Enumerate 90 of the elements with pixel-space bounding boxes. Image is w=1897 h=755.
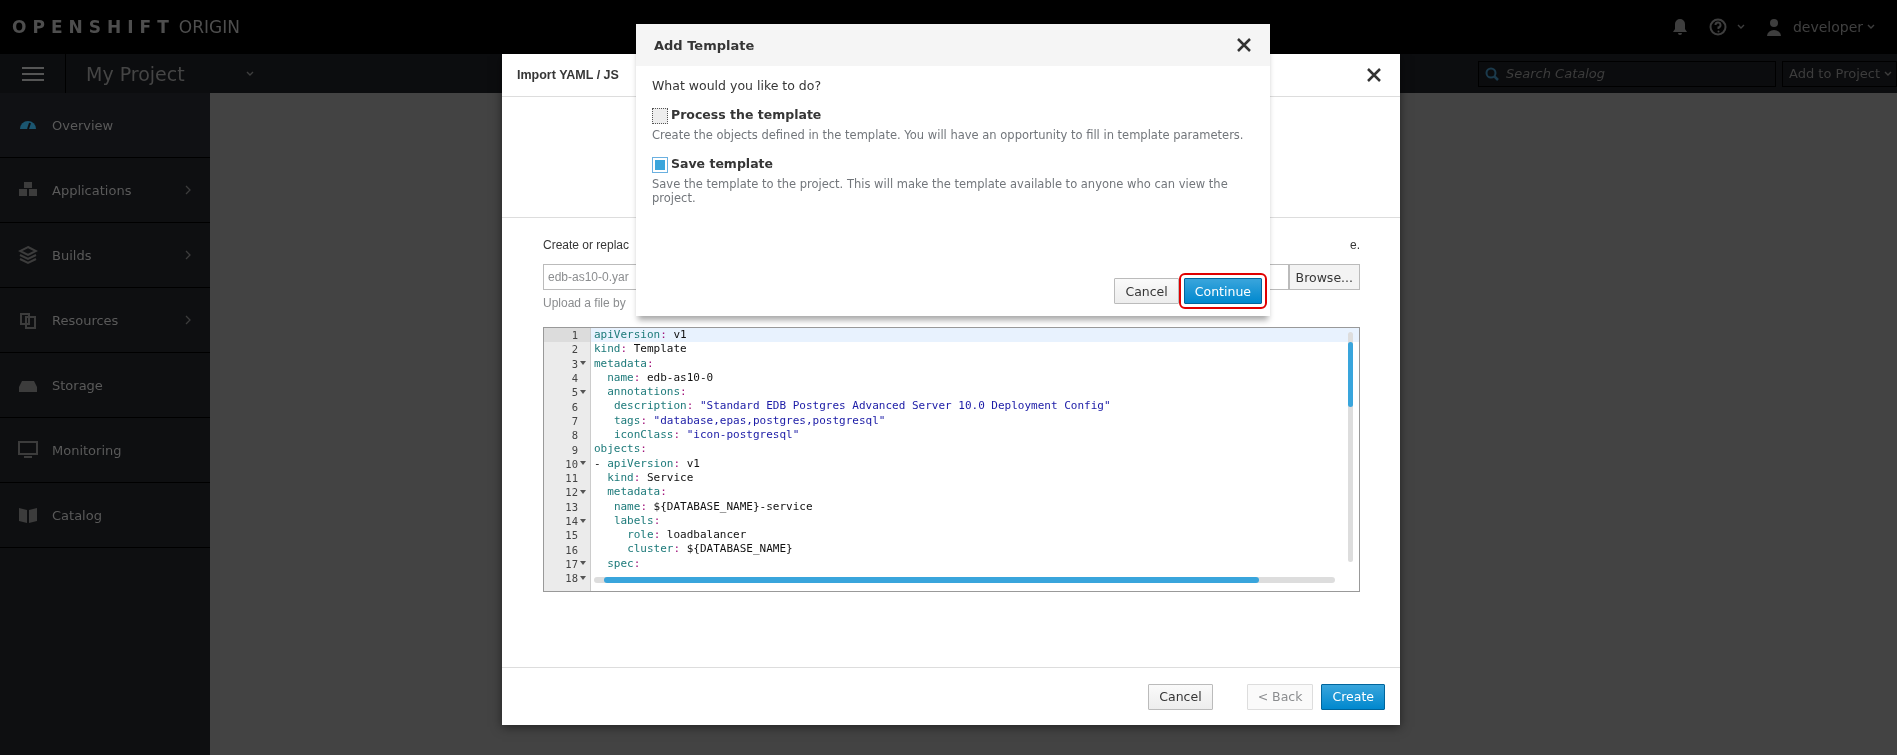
files-icon [18, 310, 38, 330]
fold-caret-icon[interactable] [580, 461, 586, 467]
project-selector[interactable]: My Project [86, 62, 246, 85]
line-number: 11 [565, 472, 578, 485]
code-editor[interactable] [543, 327, 1360, 592]
sidebar-label: Applications [52, 182, 133, 198]
code-line: name: edb-as10-0 [606, 370, 714, 384]
code-line: annotations: [606, 385, 687, 399]
option-description: Save the template to the project. This will make the template available to anyone who can view the project. [652, 177, 1229, 205]
code-line: role: loadbalancer [626, 528, 747, 542]
dialog-button[interactable]: Cancel [1148, 683, 1213, 710]
line-number: 15 [565, 529, 578, 542]
dialog-title: Import YAML / JS [517, 68, 619, 82]
line-number: 4 [571, 372, 578, 385]
checkbox[interactable] [652, 157, 668, 173]
caret-icon [1884, 69, 1892, 78]
user-menu[interactable]: developer [1792, 19, 1863, 35]
book-icon [18, 505, 38, 525]
sidebar-label: Overview [52, 117, 115, 133]
dialog-button[interactable]: Cancel [1114, 278, 1179, 304]
code-line: cluster: ${DATABASE_NAME} [626, 542, 793, 556]
sidebar-label: Monitoring [52, 442, 123, 458]
line-number: 17 [565, 557, 578, 570]
code-line: kind: Service [606, 470, 694, 484]
intro-text-end: e. [1350, 238, 1360, 252]
line-number: 7 [571, 414, 578, 427]
vertical-scrollbar[interactable] [1348, 332, 1353, 562]
search-icon [1485, 66, 1500, 81]
sidebar-item[interactable]: Storage [0, 353, 210, 418]
line-number: 12 [565, 486, 578, 499]
code-line: metadata: [606, 485, 667, 499]
layers-icon [18, 245, 38, 265]
fold-caret-icon[interactable] [580, 389, 586, 395]
horizontal-scrollbar[interactable] [594, 577, 1335, 583]
code-line: spec: [606, 556, 641, 570]
dialog-button[interactable]: Create [1321, 683, 1385, 710]
line-number: 2 [571, 343, 578, 356]
sidebar-item[interactable]: Applications [0, 158, 210, 223]
line-number: 6 [571, 400, 578, 413]
browse-button[interactable]: Browse... [1288, 264, 1360, 290]
code-line: iconClass: "icon-postgresql" [612, 428, 800, 442]
fold-caret-icon[interactable] [580, 518, 586, 524]
line-number: 5 [571, 386, 578, 399]
code-line: apiVersion: v1 [594, 328, 687, 341]
caret-icon [1867, 23, 1875, 31]
close-icon[interactable] [1366, 67, 1382, 83]
code-line: - apiVersion: v1 [594, 456, 700, 470]
fold-caret-icon[interactable] [580, 361, 586, 367]
line-number: 13 [565, 500, 578, 513]
option-description: Create the objects defined in the template. You will have an opportunity to fill in template parameters. [652, 128, 1245, 142]
code-line: kind: Template [594, 342, 687, 356]
caret-icon [1736, 23, 1745, 31]
sidebar-label: Resources [52, 312, 120, 328]
fold-caret-icon[interactable] [580, 561, 586, 567]
sidebar-item[interactable]: Monitoring [0, 418, 210, 483]
code-line: name: ${DATABASE_NAME}-service [612, 499, 813, 513]
dialog-title: Add Template [654, 37, 755, 53]
code-line: labels: [612, 513, 661, 527]
dialog-question: What would you like to do? [652, 78, 823, 93]
option-label: Save template [671, 156, 773, 171]
line-number: 8 [571, 429, 578, 442]
monitor-icon [18, 440, 38, 460]
line-number: 3 [571, 357, 578, 370]
fold-caret-icon[interactable] [580, 489, 586, 495]
line-number: 10 [565, 457, 578, 470]
intro-text: Create or replac [543, 238, 630, 252]
menu-icon[interactable] [21, 65, 44, 82]
sidebar-label: Catalog [52, 507, 103, 523]
line-number: 16 [565, 543, 578, 556]
sidebar-item[interactable]: Resources [0, 288, 210, 353]
checkbox[interactable] [652, 108, 668, 124]
code-line: objects: [594, 442, 647, 456]
sidebar-label: Storage [52, 377, 104, 393]
code-line: tags: "database,epas,postgres,postgresql" [612, 413, 886, 427]
brand-subtitle: ORIGIN [178, 17, 240, 37]
line-number: 14 [565, 515, 578, 527]
sidebar-item[interactable]: Builds [0, 223, 210, 288]
caret-icon [246, 69, 254, 78]
option-label: Process the template [671, 107, 822, 122]
code-line: metadata: [594, 356, 654, 370]
upload-hint: Upload a file by [543, 296, 627, 310]
line-number: 1 [571, 329, 578, 342]
sidebar-label: Builds [52, 247, 93, 263]
line-number: 18 [565, 572, 578, 585]
line-number: 9 [571, 443, 578, 456]
fold-caret-icon[interactable] [580, 575, 586, 581]
brand-logo-text: OPENSHIFT [12, 17, 175, 37]
sidebar-item[interactable]: Catalog [0, 483, 210, 548]
close-icon[interactable] [1236, 37, 1252, 53]
code-line: description: "Standard EDB Postgres Advanced Server 10.0 Deployment Config" [612, 399, 1111, 413]
